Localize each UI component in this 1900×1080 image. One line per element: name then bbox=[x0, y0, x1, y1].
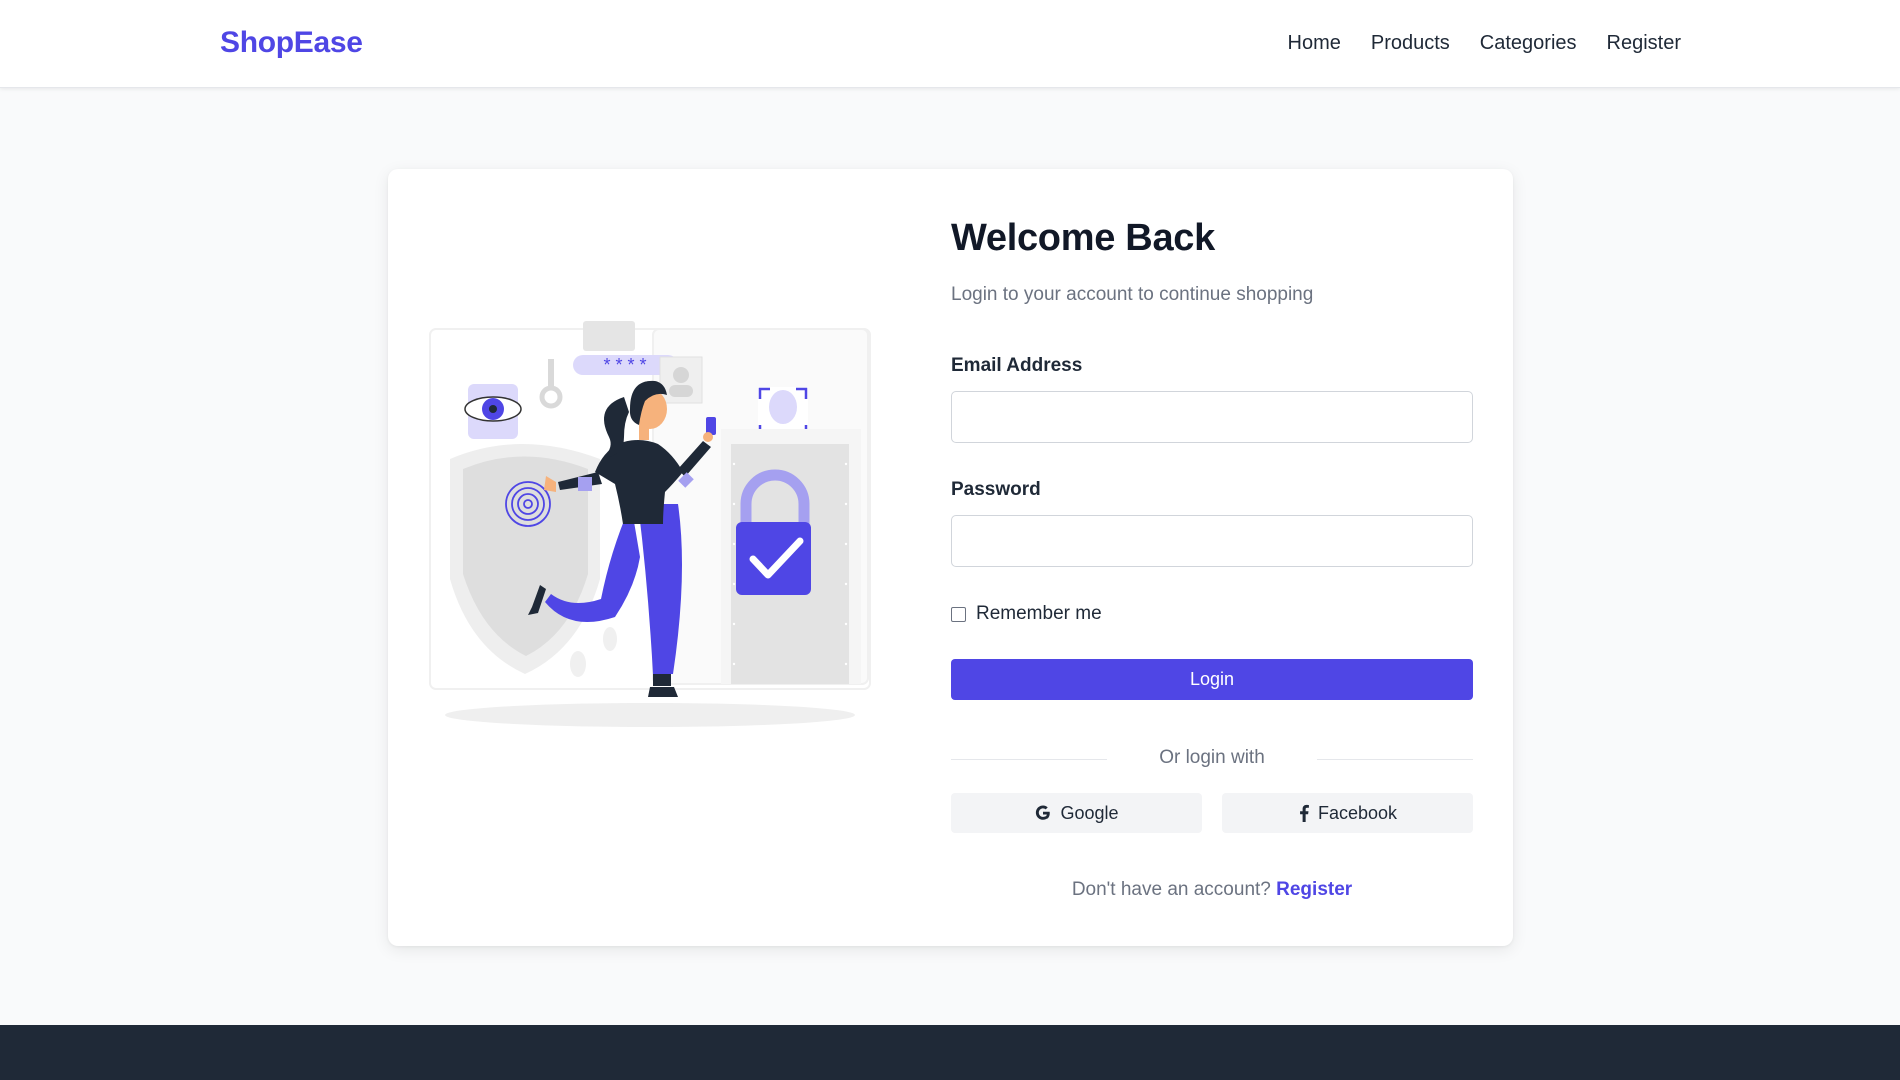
remember-row: Remember me bbox=[951, 603, 1102, 625]
brand-logo[interactable]: ShopEase bbox=[220, 26, 363, 60]
google-login-button[interactable]: Google bbox=[951, 793, 1202, 833]
nav-home-link[interactable]: Home bbox=[1288, 32, 1341, 55]
top-navbar: ShopEase Home Products Categories Regist… bbox=[0, 0, 1900, 88]
page-subtitle: Login to your account to continue shoppi… bbox=[951, 284, 1314, 305]
remember-checkbox[interactable] bbox=[951, 606, 966, 622]
nav-products-link[interactable]: Products bbox=[1371, 32, 1450, 55]
register-link[interactable]: Register bbox=[1276, 879, 1352, 900]
nav-categories-link[interactable]: Categories bbox=[1480, 32, 1577, 55]
password-label: Password bbox=[951, 479, 1041, 500]
facebook-icon bbox=[1300, 804, 1309, 822]
register-prompt: Don't have an account? Register bbox=[951, 879, 1473, 901]
facebook-label: Facebook bbox=[1317, 802, 1398, 823]
facebook-login-button[interactable]: Facebook bbox=[1222, 793, 1473, 833]
nav-register-link[interactable]: Register bbox=[1607, 32, 1681, 55]
google-label: Google bbox=[1060, 802, 1119, 823]
masked-password-text: * * * * bbox=[603, 355, 646, 375]
email-label: Email Address bbox=[951, 355, 1083, 376]
social-divider: Or login with bbox=[951, 747, 1473, 771]
login-form: Welcome Back Login to your account to co… bbox=[951, 169, 1473, 946]
no-account-text: Don't have an account? bbox=[1071, 879, 1271, 900]
password-field[interactable] bbox=[951, 515, 1473, 567]
divider-text: Or login with bbox=[1159, 747, 1265, 768]
remember-label[interactable]: Remember me bbox=[976, 603, 1102, 625]
main-nav: Home Products Categories Register bbox=[1288, 32, 1682, 55]
login-card: * * * * Welcome Back Login to your accou… bbox=[388, 169, 1513, 946]
google-icon bbox=[1036, 805, 1051, 820]
email-field[interactable] bbox=[951, 391, 1473, 443]
page-title: Welcome Back bbox=[951, 217, 1215, 259]
security-illustration: * * * * bbox=[429, 321, 871, 727]
page-footer bbox=[0, 1025, 1900, 1080]
divider-line-right bbox=[1317, 759, 1473, 760]
login-button[interactable]: Login bbox=[951, 659, 1473, 700]
